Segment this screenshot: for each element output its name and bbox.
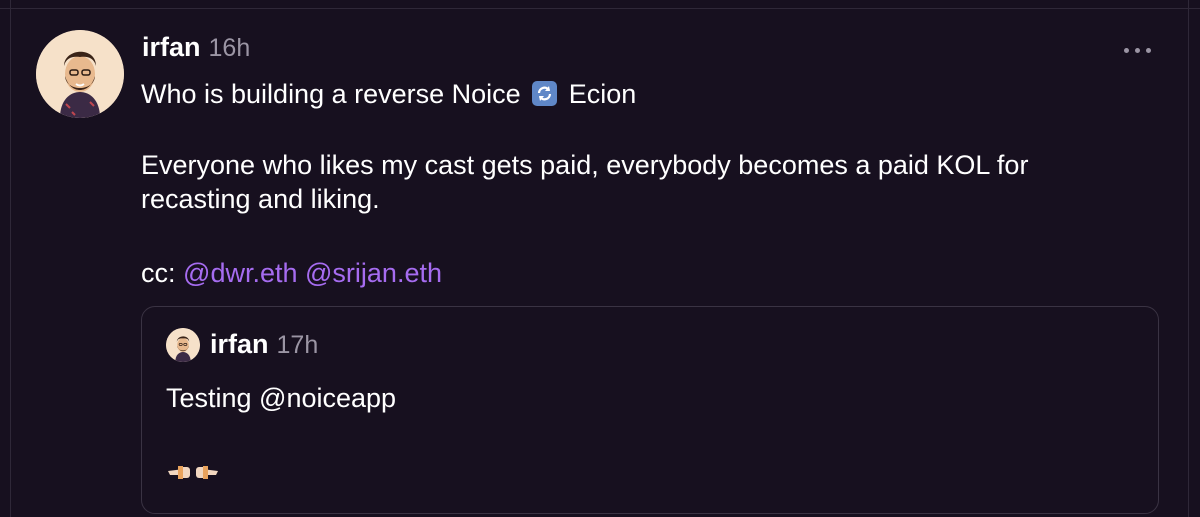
cast-view: irfan 16h Who is building a reverse Noic… — [0, 0, 1200, 517]
avatar-illustration-icon — [36, 30, 124, 118]
cast-header: irfan 16h — [142, 32, 250, 68]
more-options-button[interactable] — [1118, 36, 1162, 64]
ellipsis-icon — [1124, 47, 1151, 53]
counterclockwise-arrows-icon — [532, 81, 558, 106]
quoted-cast-card[interactable]: irfan 17h Testing @noiceapp — [141, 306, 1159, 514]
top-divider — [0, 8, 1200, 9]
mention-link[interactable]: @srijan.eth — [305, 258, 442, 288]
mention-link[interactable]: @dwr.eth — [183, 258, 297, 288]
right-divider — [1188, 0, 1189, 517]
timestamp[interactable]: 16h — [209, 34, 251, 63]
quote-author-name[interactable]: irfan — [210, 329, 269, 360]
cast-text-line-1: Who is building a reverse Noice Ecion — [141, 77, 636, 111]
quote-avatar[interactable] — [166, 328, 200, 362]
pointing-hands-icon — [166, 458, 220, 484]
avatar[interactable] — [36, 30, 124, 118]
avatar-illustration-icon — [166, 328, 200, 362]
left-divider — [10, 0, 11, 517]
cast-text-segment: Ecion — [568, 79, 637, 109]
cast-text-line-2: Everyone who likes my cast gets paid, ev… — [141, 150, 1029, 180]
cc-prefix: cc: — [141, 258, 176, 288]
quote-header: irfan 17h — [210, 329, 318, 360]
author-name[interactable]: irfan — [142, 32, 201, 63]
quote-text: Testing @noiceapp — [166, 383, 397, 413]
cast-text-line-4: cc: @dwr.eth @srijan.eth — [141, 256, 442, 290]
cast-text-segment: Who is building a reverse Noice — [141, 79, 521, 109]
quote-timestamp: 17h — [276, 331, 319, 359]
cast-text-line-3: recasting and liking. — [141, 184, 380, 214]
